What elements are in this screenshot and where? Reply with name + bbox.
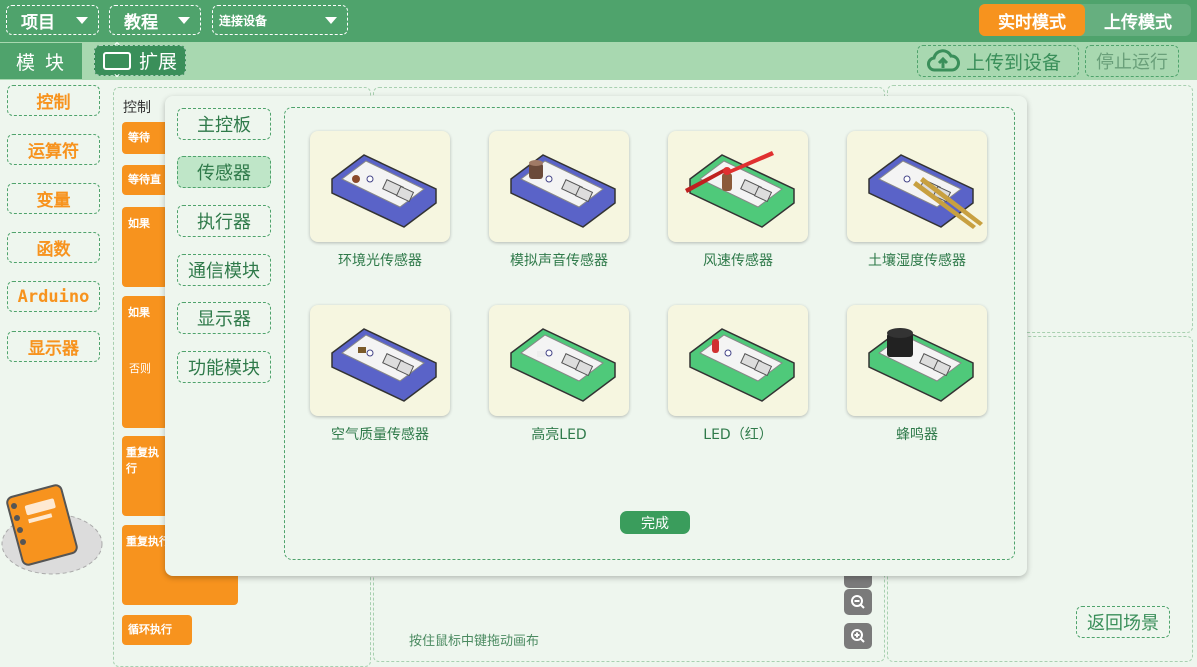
module-card[interactable] (847, 131, 987, 242)
module-card-label: 空气质量传感器 (331, 427, 429, 443)
project-menu[interactable]: 项目 (6, 5, 99, 35)
chevron-down-icon (76, 16, 88, 24)
palette-title: 控制 (123, 100, 151, 116)
module-card-label: 环境光传感器 (338, 253, 422, 269)
category-control[interactable]: 控制 (7, 85, 100, 116)
module-card-label: 模拟声音传感器 (510, 253, 608, 269)
modules-tab[interactable]: 模 块 (0, 43, 82, 79)
category-display[interactable]: 显示器 (7, 331, 100, 362)
module-card-label: 土壤湿度传感器 (868, 253, 966, 269)
zoom-in-button[interactable] (844, 623, 872, 649)
module-image (868, 328, 974, 402)
upload-mode-button[interactable]: 上传模式 (1085, 4, 1191, 36)
modal-category-mainboard[interactable]: 主控板 (177, 108, 271, 140)
tutorial-menu[interactable]: 教程 (109, 5, 201, 35)
module-card[interactable] (668, 131, 808, 242)
connect-device-label: 连接设备 (219, 13, 268, 28)
module-card-label: 高亮LED (531, 427, 587, 443)
back-to-scene-button[interactable]: 返回场景 (1076, 606, 1170, 638)
category-operators[interactable]: 运算符 (7, 134, 100, 165)
notebook-icon[interactable] (0, 484, 104, 576)
module-card[interactable] (668, 305, 808, 416)
module-card-label: 风速传感器 (703, 253, 773, 269)
zoom-out-button[interactable] (844, 589, 872, 615)
module-card-label: 蜂鸣器 (896, 427, 938, 443)
chevron-down-icon (178, 16, 190, 24)
cloud-upload-icon (927, 49, 960, 72)
module-image (689, 328, 795, 402)
module-image (331, 328, 437, 402)
block-repeat[interactable]: 重复执行 (122, 436, 168, 516)
module-image (510, 154, 616, 228)
zoom-out-icon (851, 595, 865, 609)
module-card[interactable] (489, 131, 629, 242)
module-card[interactable] (489, 305, 629, 416)
upload-to-device-button[interactable]: 上传到设备 (917, 45, 1079, 77)
module-image (685, 151, 795, 228)
module-image (510, 328, 616, 402)
chevron-down-icon (325, 16, 337, 24)
module-card-label: LED（红） (703, 427, 773, 443)
block-else-label: 否则 (129, 362, 151, 375)
block-forever[interactable]: 循环执行 (122, 615, 192, 645)
canvas-hint: 按住鼠标中键拖动画布 (409, 634, 540, 649)
realtime-mode-button[interactable]: 实时模式 (979, 4, 1085, 36)
module-card[interactable] (310, 131, 450, 242)
extend-button[interactable]: 扩展 (94, 40, 186, 80)
modal-category-display[interactable]: 显示器 (177, 302, 271, 334)
connect-device-select[interactable]: 连接设备 (212, 5, 348, 35)
modal-category-function[interactable]: 功能模块 (177, 351, 271, 383)
category-variables[interactable]: 变量 (7, 183, 100, 214)
module-card[interactable] (847, 305, 987, 416)
upload-label: 上传到设备 (966, 51, 1062, 74)
block-if[interactable]: 如果 (122, 207, 168, 287)
modal-category-communication[interactable]: 通信模块 (177, 254, 271, 286)
extend-label: 扩展 (139, 51, 178, 73)
modal-category-sensors[interactable]: 传感器 (177, 156, 271, 188)
block-wait[interactable]: 等待 (122, 122, 170, 154)
tutorial-menu-label: 教程 (124, 12, 158, 33)
module-image (331, 154, 437, 228)
module-card[interactable] (310, 305, 450, 416)
expand-icon (103, 40, 131, 80)
project-menu-label: 项目 (21, 12, 55, 33)
block-wait-until[interactable]: 等待直 (122, 165, 170, 195)
zoom-in-icon (851, 629, 865, 643)
category-functions[interactable]: 函数 (7, 232, 100, 263)
mode-switch: 实时模式 上传模式 (979, 4, 1191, 36)
modal-category-actuators[interactable]: 执行器 (177, 205, 271, 237)
stop-run-button[interactable]: 停止运行 (1085, 45, 1179, 77)
module-image (868, 154, 983, 229)
done-button[interactable]: 完成 (620, 511, 690, 534)
category-arduino[interactable]: Arduino (7, 281, 100, 312)
